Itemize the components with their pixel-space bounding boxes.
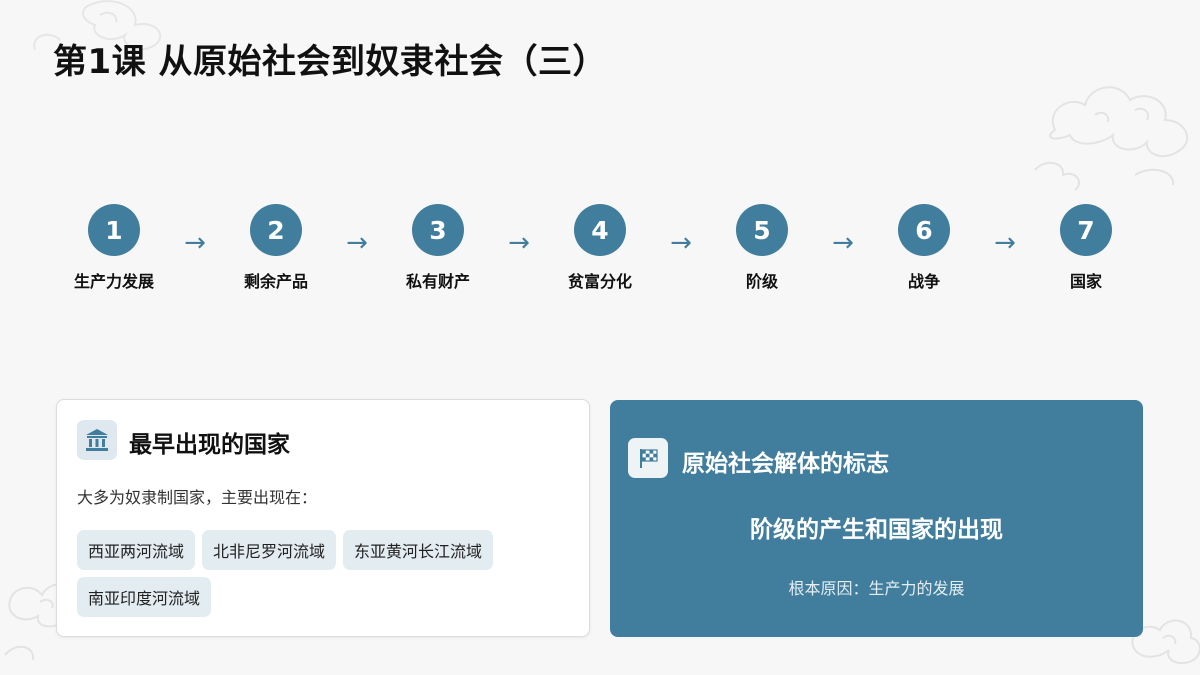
card-description: 大多为奴隶制国家，主要出现在：	[77, 488, 318, 507]
flow-step-3: 3 私有财产	[388, 204, 488, 292]
card-title: 原始社会解体的标志	[682, 451, 889, 477]
step-number-badge: 2	[250, 204, 302, 256]
step-number-badge: 5	[736, 204, 788, 256]
card-headline: 阶级的产生和国家的出现	[750, 517, 1003, 543]
landmark-icon	[77, 420, 117, 460]
right-arrow-icon: →	[670, 228, 692, 258]
flow-step-2: 2 剩余产品	[226, 204, 326, 292]
flow-step-6: 6 战争	[874, 204, 974, 292]
step-number-badge: 4	[574, 204, 626, 256]
right-arrow-icon: →	[832, 228, 854, 258]
checkered-flag-icon	[628, 438, 668, 478]
right-arrow-icon: →	[184, 228, 206, 258]
flow-step-5: 5 阶级	[712, 204, 812, 292]
cloud-ornament-top-right	[1034, 86, 1189, 191]
right-arrow-icon: →	[994, 228, 1016, 258]
step-label: 私有财产	[405, 272, 470, 291]
step-label: 阶级	[745, 272, 778, 291]
earliest-states-card: 最早出现的国家 大多为奴隶制国家，主要出现在： 西亚两河流域 北非尼罗河流域 东…	[56, 399, 590, 637]
region-chip: 西亚两河流域	[77, 530, 196, 570]
step-label: 剩余产品	[243, 272, 308, 291]
region-chip: 北非尼罗河流域	[202, 530, 337, 570]
right-arrow-icon: →	[346, 228, 368, 258]
card-title: 最早出现的国家	[129, 432, 290, 458]
process-flow: 1 生产力发展 → 2 剩余产品 → 3 私有财产 → 4 贫富分化 → 5 阶…	[66, 204, 1138, 304]
region-chip: 南亚印度河流域	[77, 577, 212, 617]
right-arrow-icon: →	[508, 228, 530, 258]
step-number-badge: 3	[412, 204, 464, 256]
disintegration-card: 原始社会解体的标志 阶级的产生和国家的出现 根本原因：生产力的发展	[610, 400, 1143, 637]
step-label: 国家	[1069, 272, 1102, 291]
flow-step-1: 1 生产力发展	[64, 204, 164, 292]
step-label: 贫富分化	[567, 272, 632, 291]
region-chip: 东亚黄河长江流域	[343, 530, 494, 570]
root-cause-text: 根本原因：生产力的发展	[788, 579, 965, 598]
step-label: 生产力发展	[73, 272, 154, 291]
flow-step-4: 4 贫富分化	[550, 204, 650, 292]
page-title: 第1课 从原始社会到奴隶社会（三）	[53, 42, 607, 82]
step-number-badge: 1	[88, 204, 140, 256]
region-chips: 西亚两河流域 北非尼罗河流域 东亚黄河长江流域 南亚印度河流域	[77, 530, 577, 617]
step-number-badge: 7	[1060, 204, 1112, 256]
flow-step-7: 7 国家	[1036, 204, 1136, 292]
step-number-badge: 6	[898, 204, 950, 256]
step-label: 战争	[907, 272, 940, 291]
